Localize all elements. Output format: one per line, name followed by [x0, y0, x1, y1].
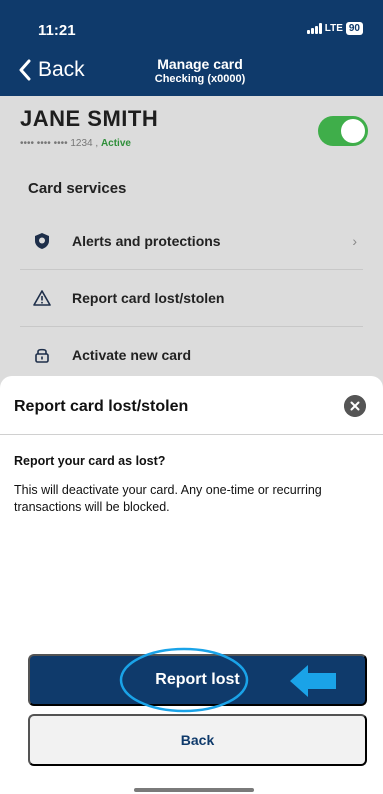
- card-status: Active: [100, 138, 131, 149]
- home-indicator[interactable]: [134, 788, 254, 792]
- card-meta: •••• •••• •••• 1234 , Active: [20, 138, 131, 149]
- card-holder-name: JANE SMITH: [20, 106, 159, 131]
- back-link[interactable]: Back: [18, 58, 85, 82]
- highlight-ellipse-annotation: [119, 647, 249, 713]
- network-type: LTE: [324, 23, 343, 34]
- warning-icon: [33, 290, 51, 306]
- service-item-report-lost[interactable]: Report card lost/stolen: [0, 270, 383, 326]
- report-lost-sheet: Report card lost/stolen Report your card…: [0, 376, 383, 794]
- chevron-left-icon: [19, 59, 31, 81]
- page-title: Manage card Checking (x0000): [150, 56, 250, 85]
- sheet-title: Report card lost/stolen: [14, 398, 189, 415]
- shield-icon: [35, 233, 49, 249]
- signal-icon: [306, 23, 322, 34]
- back-button[interactable]: Back: [28, 714, 367, 766]
- close-icon[interactable]: [344, 395, 366, 417]
- card-enabled-toggle[interactable]: [318, 116, 368, 146]
- service-item-label: Report card lost/stolen: [72, 290, 225, 306]
- lock-icon: [35, 348, 49, 363]
- chevron-right-icon: ›: [352, 233, 357, 249]
- service-item-alerts[interactable]: Alerts and protections ›: [0, 213, 383, 269]
- app-header: 11:21 LTE 90 Back Manage card Checking (…: [0, 0, 383, 96]
- status-indicators: LTE 90: [306, 22, 363, 35]
- sheet-description: This will deactivate your card. Any one-…: [14, 483, 322, 514]
- battery-icon: 90: [345, 22, 363, 35]
- page-title-subtitle: Checking (x0000): [154, 73, 246, 85]
- card-services-title: Card services: [28, 180, 127, 197]
- sheet-question: Report your card as lost?: [14, 454, 166, 468]
- masked-card-number: •••• •••• •••• 1234 ,: [20, 138, 99, 149]
- service-item-label: Alerts and protections: [72, 233, 221, 249]
- arrow-left-annotation-icon: [290, 665, 336, 697]
- back-link-label: Back: [38, 58, 85, 81]
- page-title-main: Manage card: [157, 56, 243, 72]
- service-item-label: Activate new card: [72, 347, 192, 363]
- status-time: 11:21: [38, 22, 76, 39]
- service-item-activate[interactable]: Activate new card: [0, 327, 383, 383]
- sheet-divider: [0, 434, 383, 435]
